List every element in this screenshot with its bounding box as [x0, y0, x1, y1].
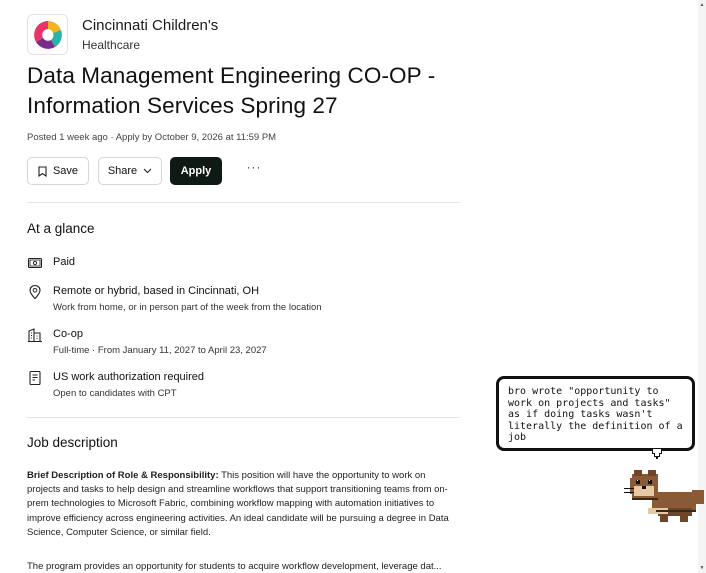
cincinnati-childrens-logo-icon	[34, 21, 62, 49]
glance-item-subtitle: Open to candidates with CPT	[53, 388, 177, 399]
money-icon	[27, 257, 43, 269]
description-lead-label: Brief Description of Role & Responsibili…	[27, 470, 219, 481]
pixel-otter-sticker-icon	[624, 470, 704, 522]
glance-item-title: Co-op	[53, 328, 83, 340]
employer-name-line1: Cincinnati Children's	[82, 17, 219, 34]
speech-bubble: bro wrote "opportunity to work on projec…	[496, 376, 695, 451]
at-a-glance-heading: At a glance	[27, 221, 95, 236]
location-pin-icon	[29, 284, 41, 300]
job-title: Data Management Engineering CO-OP - Info…	[27, 63, 436, 118]
job-description-paragraph: Brief Description of Role & Responsibili…	[27, 469, 459, 540]
scroll-up-arrow-icon[interactable]: ▲	[699, 2, 705, 8]
glance-item-subtitle: Full-time · From January 11, 2027 to Apr…	[53, 345, 267, 356]
share-button-label: Share	[107, 165, 138, 177]
glance-item-title: US work authorization required	[53, 371, 205, 383]
divider	[27, 417, 460, 418]
share-button[interactable]: Share	[98, 157, 162, 185]
chevron-down-icon	[143, 168, 152, 174]
speech-bubble-tail-icon	[650, 449, 664, 459]
scroll-down-arrow-icon[interactable]: ▼	[699, 565, 705, 571]
document-icon	[29, 370, 41, 386]
save-button-label: Save	[52, 165, 79, 177]
employer-name[interactable]: Cincinnati Children's Healthcare	[82, 16, 218, 55]
glance-item-subtitle: Work from home, or in person part of the…	[53, 302, 322, 313]
more-options-button[interactable]: ···	[244, 160, 264, 180]
divider	[27, 202, 460, 203]
glance-item-title: Paid	[53, 256, 76, 268]
employer-logo[interactable]	[27, 14, 68, 55]
glance-item-title: Remote or hybrid, based in Cincinnati, O…	[53, 285, 260, 297]
job-description-paragraph-2: The program provides an opportunity for …	[27, 561, 442, 572]
apply-button[interactable]: Apply	[170, 157, 222, 185]
employer-name-line2: Healthcare	[82, 38, 141, 52]
job-description-heading: Job description	[27, 435, 118, 450]
save-button[interactable]: Save	[27, 157, 89, 185]
building-icon	[28, 328, 42, 343]
bookmark-icon	[38, 165, 47, 177]
posted-info: Posted 1 week ago · Apply by October 9, …	[27, 132, 277, 143]
